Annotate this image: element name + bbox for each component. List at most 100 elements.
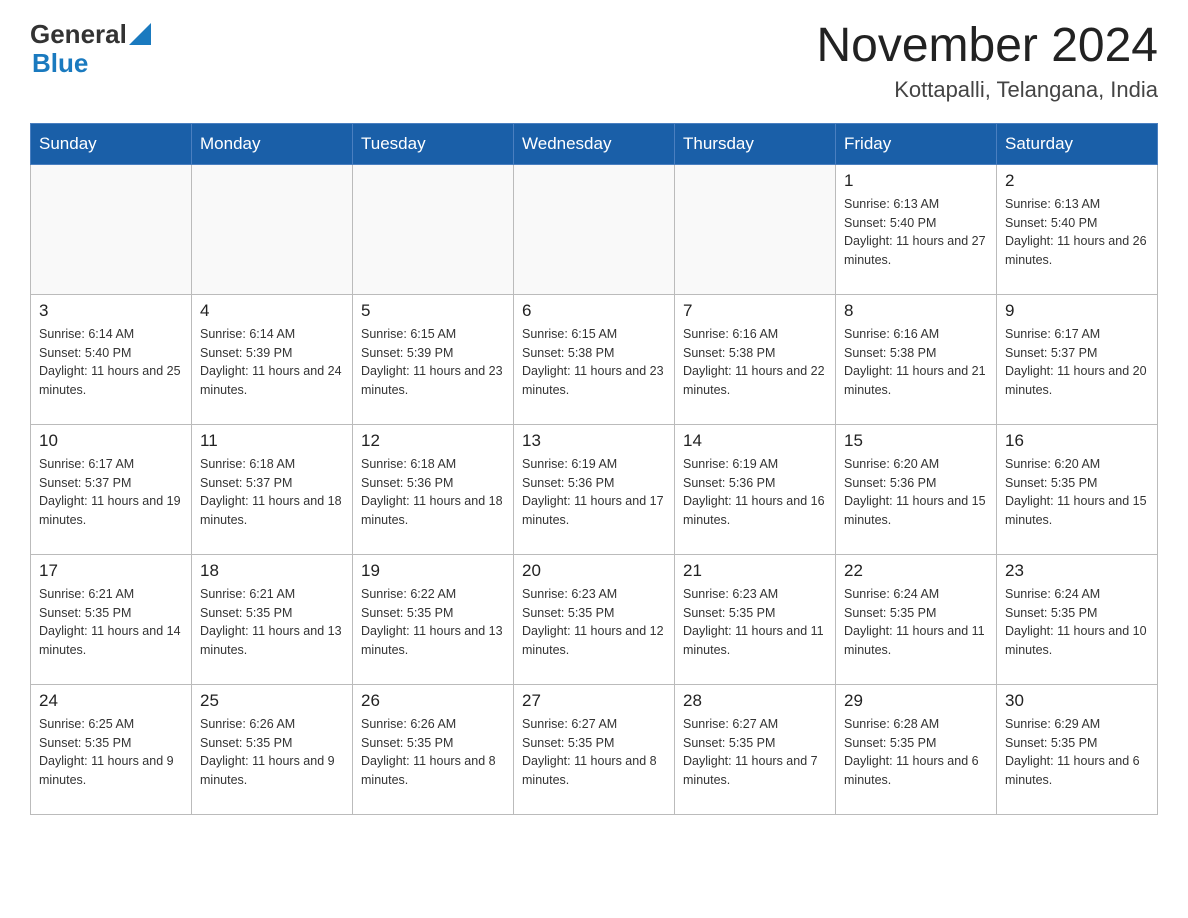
calendar-week-row: 24Sunrise: 6:25 AM Sunset: 5:35 PM Dayli… [31, 684, 1158, 814]
day-number: 18 [200, 561, 344, 581]
day-info: Sunrise: 6:24 AM Sunset: 5:35 PM Dayligh… [1005, 585, 1149, 660]
day-number: 10 [39, 431, 183, 451]
day-number: 4 [200, 301, 344, 321]
weekday-header-row: SundayMondayTuesdayWednesdayThursdayFrid… [31, 123, 1158, 164]
calendar-week-row: 1 Sunrise: 6:13 AM Sunset: 5:40 PM Daylig… [31, 164, 1158, 294]
day-info: Sunrise: 6:14 AM Sunset: 5:40 PM Dayligh… [39, 325, 183, 400]
calendar-cell [675, 164, 836, 294]
weekday-header-sunday: Sunday [31, 123, 192, 164]
calendar-cell: 15 Sunrise: 6:20 AM Sunset: 5:36 PM Dayli… [836, 424, 997, 554]
day-info: Sunrise: 6:15 AM Sunset: 5:39 PM Dayligh… [361, 325, 505, 400]
day-number: 5 [361, 301, 505, 321]
calendar-cell: 26 Sunrise: 6:26 AM Sunset: 5:35 PM Dayli… [353, 684, 514, 814]
logo-general-text: General [30, 20, 127, 49]
day-number: 11 [200, 431, 344, 451]
calendar-week-row: 3 Sunrise: 6:14 AM Sunset: 5:40 PM Daylig… [31, 294, 1158, 424]
calendar-cell: 19 Sunrise: 6:22 AM Sunset: 5:35 PM Dayli… [353, 554, 514, 684]
weekday-header-wednesday: Wednesday [514, 123, 675, 164]
calendar-cell: 28 Sunrise: 6:27 AM Sunset: 5:35 PM Dayli… [675, 684, 836, 814]
calendar-week-row: 17 Sunrise: 6:21 AM Sunset: 5:35 PM Dayli… [31, 554, 1158, 684]
calendar-cell [514, 164, 675, 294]
calendar-cell: 8Sunrise: 6:16 AM Sunset: 5:38 PM Daylig… [836, 294, 997, 424]
day-info: Sunrise: 6:14 AM Sunset: 5:39 PM Dayligh… [200, 325, 344, 400]
day-info: Sunrise: 6:24 AM Sunset: 5:35 PM Dayligh… [844, 585, 988, 660]
calendar-cell: 18 Sunrise: 6:21 AM Sunset: 5:35 PM Dayli… [192, 554, 353, 684]
calendar-week-row: 10 Sunrise: 6:17 AM Sunset: 5:37 PM Dayli… [31, 424, 1158, 554]
calendar-cell: 27Sunrise: 6:27 AM Sunset: 5:35 PM Dayli… [514, 684, 675, 814]
weekday-header-thursday: Thursday [675, 123, 836, 164]
day-number: 13 [522, 431, 666, 451]
day-info: Sunrise: 6:20 AM Sunset: 5:36 PM Dayligh… [844, 455, 988, 530]
calendar-table: SundayMondayTuesdayWednesdayThursdayFrid… [30, 123, 1158, 815]
calendar-cell: 21Sunrise: 6:23 AM Sunset: 5:35 PM Dayli… [675, 554, 836, 684]
day-info: Sunrise: 6:16 AM Sunset: 5:38 PM Dayligh… [683, 325, 827, 400]
calendar-cell [353, 164, 514, 294]
day-number: 6 [522, 301, 666, 321]
day-info: Sunrise: 6:21 AM Sunset: 5:35 PM Dayligh… [39, 585, 183, 660]
day-info: Sunrise: 6:26 AM Sunset: 5:35 PM Dayligh… [200, 715, 344, 790]
day-number: 1 [844, 171, 988, 191]
calendar-cell: 3 Sunrise: 6:14 AM Sunset: 5:40 PM Daylig… [31, 294, 192, 424]
day-number: 12 [361, 431, 505, 451]
day-info: Sunrise: 6:21 AM Sunset: 5:35 PM Dayligh… [200, 585, 344, 660]
logo-triangle-icon [129, 23, 151, 45]
weekday-header-saturday: Saturday [997, 123, 1158, 164]
weekday-header-monday: Monday [192, 123, 353, 164]
calendar-cell: 11 Sunrise: 6:18 AM Sunset: 5:37 PM Dayli… [192, 424, 353, 554]
day-number: 25 [200, 691, 344, 711]
day-info: Sunrise: 6:18 AM Sunset: 5:37 PM Dayligh… [200, 455, 344, 530]
day-number: 29 [844, 691, 988, 711]
day-number: 16 [1005, 431, 1149, 451]
calendar-cell: 5 Sunrise: 6:15 AM Sunset: 5:39 PM Daylig… [353, 294, 514, 424]
day-info: Sunrise: 6:27 AM Sunset: 5:35 PM Dayligh… [683, 715, 827, 790]
day-info: Sunrise: 6:23 AM Sunset: 5:35 PM Dayligh… [683, 585, 827, 660]
day-info: Sunrise: 6:28 AM Sunset: 5:35 PM Dayligh… [844, 715, 988, 790]
day-number: 28 [683, 691, 827, 711]
calendar-cell: 30Sunrise: 6:29 AM Sunset: 5:35 PM Dayli… [997, 684, 1158, 814]
weekday-header-tuesday: Tuesday [353, 123, 514, 164]
day-number: 19 [361, 561, 505, 581]
calendar-cell: 25 Sunrise: 6:26 AM Sunset: 5:35 PM Dayli… [192, 684, 353, 814]
calendar-body: 1 Sunrise: 6:13 AM Sunset: 5:40 PM Daylig… [31, 164, 1158, 814]
calendar-cell: 20 Sunrise: 6:23 AM Sunset: 5:35 PM Dayli… [514, 554, 675, 684]
day-number: 20 [522, 561, 666, 581]
calendar-cell: 22Sunrise: 6:24 AM Sunset: 5:35 PM Dayli… [836, 554, 997, 684]
day-info: Sunrise: 6:19 AM Sunset: 5:36 PM Dayligh… [683, 455, 827, 530]
calendar-cell: 17 Sunrise: 6:21 AM Sunset: 5:35 PM Dayli… [31, 554, 192, 684]
calendar-cell: 29 Sunrise: 6:28 AM Sunset: 5:35 PM Dayli… [836, 684, 997, 814]
day-number: 7 [683, 301, 827, 321]
calendar-cell: 2Sunrise: 6:13 AM Sunset: 5:40 PM Daylig… [997, 164, 1158, 294]
day-info: Sunrise: 6:13 AM Sunset: 5:40 PM Dayligh… [844, 195, 988, 270]
calendar-cell [192, 164, 353, 294]
calendar-cell: 16Sunrise: 6:20 AM Sunset: 5:35 PM Dayli… [997, 424, 1158, 554]
calendar-cell: 24Sunrise: 6:25 AM Sunset: 5:35 PM Dayli… [31, 684, 192, 814]
calendar-cell: 6 Sunrise: 6:15 AM Sunset: 5:38 PM Daylig… [514, 294, 675, 424]
day-info: Sunrise: 6:23 AM Sunset: 5:35 PM Dayligh… [522, 585, 666, 660]
day-info: Sunrise: 6:15 AM Sunset: 5:38 PM Dayligh… [522, 325, 666, 400]
day-number: 14 [683, 431, 827, 451]
calendar-cell: 13 Sunrise: 6:19 AM Sunset: 5:36 PM Dayli… [514, 424, 675, 554]
page-header: General Blue November 2024 Kottapalli, T… [30, 20, 1158, 103]
calendar-header: SundayMondayTuesdayWednesdayThursdayFrid… [31, 123, 1158, 164]
day-number: 15 [844, 431, 988, 451]
day-number: 26 [361, 691, 505, 711]
day-info: Sunrise: 6:25 AM Sunset: 5:35 PM Dayligh… [39, 715, 183, 790]
day-info: Sunrise: 6:22 AM Sunset: 5:35 PM Dayligh… [361, 585, 505, 660]
calendar-cell: 1 Sunrise: 6:13 AM Sunset: 5:40 PM Daylig… [836, 164, 997, 294]
calendar-cell: 12Sunrise: 6:18 AM Sunset: 5:36 PM Dayli… [353, 424, 514, 554]
day-info: Sunrise: 6:17 AM Sunset: 5:37 PM Dayligh… [39, 455, 183, 530]
calendar-cell: 9Sunrise: 6:17 AM Sunset: 5:37 PM Daylig… [997, 294, 1158, 424]
day-number: 3 [39, 301, 183, 321]
day-number: 17 [39, 561, 183, 581]
day-info: Sunrise: 6:19 AM Sunset: 5:36 PM Dayligh… [522, 455, 666, 530]
weekday-header-friday: Friday [836, 123, 997, 164]
day-number: 30 [1005, 691, 1149, 711]
calendar-cell: 7 Sunrise: 6:16 AM Sunset: 5:38 PM Daylig… [675, 294, 836, 424]
day-number: 8 [844, 301, 988, 321]
calendar-cell: 23Sunrise: 6:24 AM Sunset: 5:35 PM Dayli… [997, 554, 1158, 684]
calendar-cell: 4 Sunrise: 6:14 AM Sunset: 5:39 PM Daylig… [192, 294, 353, 424]
logo-blue-text: Blue [32, 49, 88, 78]
day-info: Sunrise: 6:13 AM Sunset: 5:40 PM Dayligh… [1005, 195, 1149, 270]
month-title: November 2024 [816, 20, 1158, 73]
day-info: Sunrise: 6:26 AM Sunset: 5:35 PM Dayligh… [361, 715, 505, 790]
